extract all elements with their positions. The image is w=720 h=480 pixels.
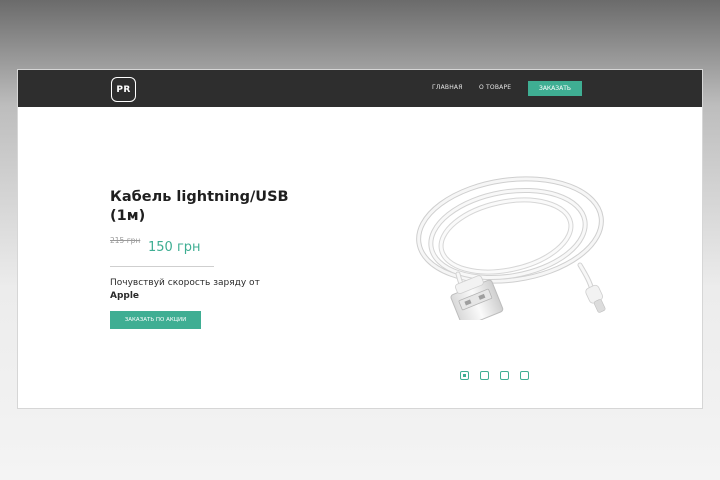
nav-home-link[interactable]: ГЛАВНАЯ — [432, 84, 463, 91]
old-price: 215 грн — [110, 236, 141, 245]
lightning-usb-cable-image — [416, 176, 606, 320]
carousel-dot-4[interactable] — [520, 371, 529, 380]
product-title: Кабель lightning/USB (1м) — [110, 189, 289, 224]
tagline-brand: Apple — [110, 291, 140, 301]
nav-about-link[interactable]: О ТОВАРЕ — [479, 84, 511, 91]
carousel-dot-1[interactable] — [460, 371, 469, 380]
logo[interactable]: PR — [111, 77, 136, 102]
product-tagline: Почувствуй скорость заряду от Apple — [110, 277, 270, 303]
landing-page: PR ГЛАВНАЯ О ТОВАРЕ ЗАКАЗАТЬ Кабель ligh… — [18, 70, 702, 408]
order-promo-button[interactable]: ЗАКАЗАТЬ ПО АКЦИИ — [110, 311, 201, 329]
nav-order-button[interactable]: ЗАКАЗАТЬ — [528, 81, 582, 96]
carousel-pagination — [460, 371, 529, 383]
tagline-text: Почувствуй скорость заряду от — [110, 278, 260, 288]
logo-text: PR — [116, 84, 131, 95]
divider — [110, 266, 214, 267]
new-price: 150 грн — [148, 240, 201, 255]
carousel-dot-3[interactable] — [500, 371, 509, 380]
top-navigation-bar: PR ГЛАВНАЯ О ТОВАРЕ ЗАКАЗАТЬ — [18, 70, 702, 107]
carousel-dot-2[interactable] — [480, 371, 489, 380]
